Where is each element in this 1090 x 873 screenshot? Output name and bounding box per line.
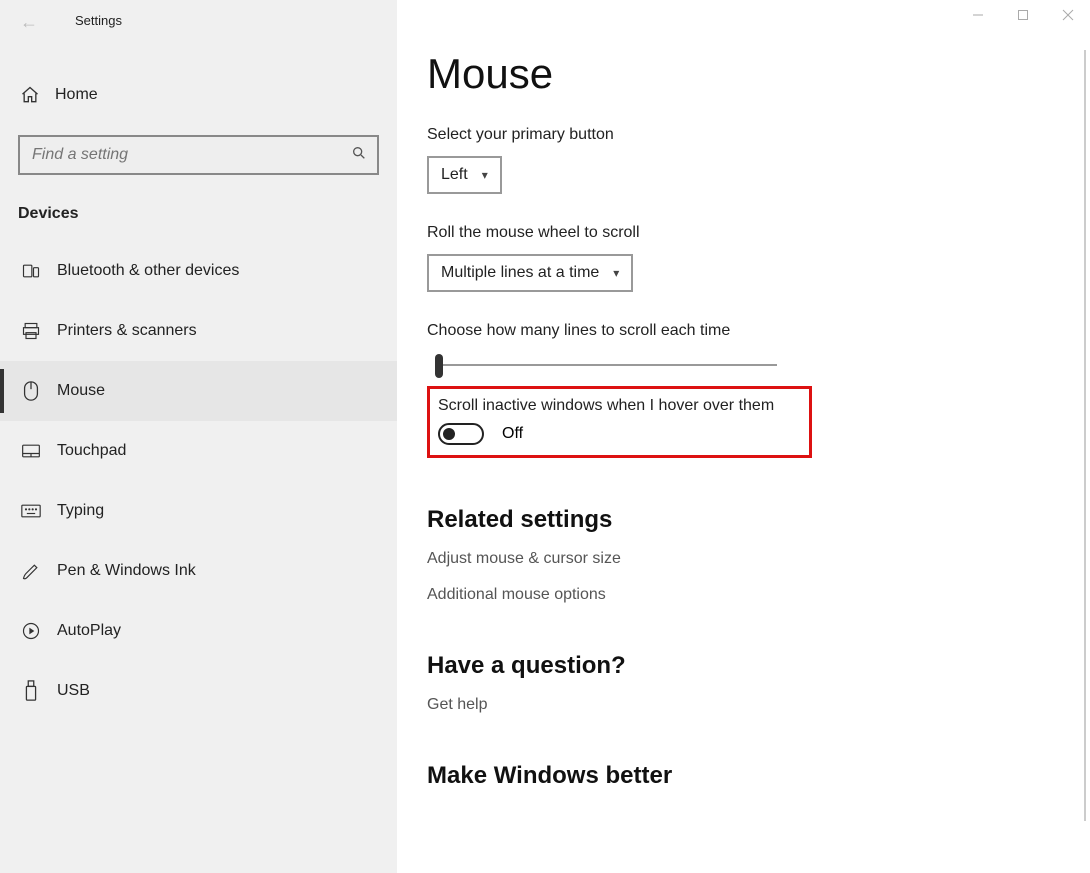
- home-nav[interactable]: Home: [0, 65, 397, 125]
- home-icon: [20, 85, 40, 105]
- sidebar-item-typing[interactable]: Typing: [0, 481, 397, 541]
- primary-button-label: Select your primary button: [427, 126, 1090, 144]
- sidebar-item-autoplay[interactable]: AutoPlay: [0, 601, 397, 661]
- sidebar-item-label: Typing: [57, 502, 104, 520]
- chevron-down-icon: ▾: [482, 168, 488, 182]
- sidebar-item-label: Touchpad: [57, 442, 126, 460]
- question-heading: Have a question?: [427, 652, 1090, 680]
- mouse-icon: [20, 380, 42, 402]
- nav-list: Bluetooth & other devices Printers & sca…: [0, 241, 397, 721]
- related-link-cursor-size[interactable]: Adjust mouse & cursor size: [427, 550, 1090, 568]
- inactive-label: Scroll inactive windows when I hover ove…: [438, 397, 801, 415]
- settings-window: ← Settings Home Devices Bluetooth & othe…: [0, 0, 1090, 873]
- minimize-button[interactable]: [955, 0, 1000, 30]
- sidebar-item-usb[interactable]: USB: [0, 661, 397, 721]
- autoplay-icon: [20, 621, 42, 641]
- toggle-row: Off: [438, 423, 801, 445]
- toggle-knob: [443, 428, 455, 440]
- keyboard-icon: [20, 504, 42, 518]
- search-input[interactable]: [18, 135, 379, 175]
- sidebar-item-pen[interactable]: Pen & Windows Ink: [0, 541, 397, 601]
- pen-icon: [20, 561, 42, 581]
- search-icon: [351, 145, 367, 161]
- wheel-dropdown[interactable]: Multiple lines at a time ▾: [427, 254, 633, 292]
- related-link-additional-options[interactable]: Additional mouse options: [427, 586, 1090, 604]
- sidebar-item-label: AutoPlay: [57, 622, 121, 640]
- improve-heading: Make Windows better: [427, 762, 1090, 790]
- printer-icon: [20, 321, 42, 341]
- inactive-toggle[interactable]: [438, 423, 484, 445]
- chevron-down-icon: ▾: [613, 266, 619, 280]
- slider-track: [437, 364, 777, 366]
- window-title: Settings: [75, 13, 122, 28]
- sidebar-item-label: Mouse: [57, 382, 105, 400]
- sidebar: ← Settings Home Devices Bluetooth & othe…: [0, 0, 397, 873]
- related-heading: Related settings: [427, 506, 1090, 534]
- sidebar-item-label: USB: [57, 682, 90, 700]
- window-controls: [955, 0, 1090, 30]
- sidebar-item-label: Printers & scanners: [57, 322, 197, 340]
- primary-button-dropdown[interactable]: Left ▾: [427, 156, 502, 194]
- toggle-state: Off: [502, 425, 523, 443]
- wheel-label: Roll the mouse wheel to scroll: [427, 224, 1090, 242]
- sidebar-item-label: Pen & Windows Ink: [57, 562, 196, 580]
- usb-icon: [20, 680, 42, 702]
- category-heading: Devices: [0, 195, 397, 241]
- dropdown-value: Multiple lines at a time: [441, 264, 599, 282]
- sidebar-item-touchpad[interactable]: Touchpad: [0, 421, 397, 481]
- back-icon[interactable]: ←: [20, 12, 38, 33]
- devices-icon: [20, 261, 42, 281]
- lines-label: Choose how many lines to scroll each tim…: [427, 322, 1090, 340]
- scrollbar[interactable]: [1084, 50, 1086, 821]
- maximize-button[interactable]: [1000, 0, 1045, 30]
- touchpad-icon: [20, 443, 42, 459]
- home-label: Home: [55, 86, 98, 104]
- main-content: Mouse Select your primary button Left ▾ …: [397, 0, 1090, 873]
- close-button[interactable]: [1045, 0, 1090, 30]
- highlighted-setting: Scroll inactive windows when I hover ove…: [427, 386, 812, 458]
- dropdown-value: Left: [441, 166, 468, 184]
- lines-slider[interactable]: [427, 352, 777, 382]
- sidebar-item-label: Bluetooth & other devices: [57, 262, 239, 280]
- get-help-link[interactable]: Get help: [427, 696, 1090, 714]
- titlebar: ← Settings: [0, 0, 397, 40]
- slider-thumb[interactable]: [435, 354, 443, 378]
- search-container: [0, 125, 397, 195]
- sidebar-item-bluetooth[interactable]: Bluetooth & other devices: [0, 241, 397, 301]
- sidebar-item-mouse[interactable]: Mouse: [0, 361, 397, 421]
- page-title: Mouse: [427, 50, 1090, 98]
- sidebar-item-printers[interactable]: Printers & scanners: [0, 301, 397, 361]
